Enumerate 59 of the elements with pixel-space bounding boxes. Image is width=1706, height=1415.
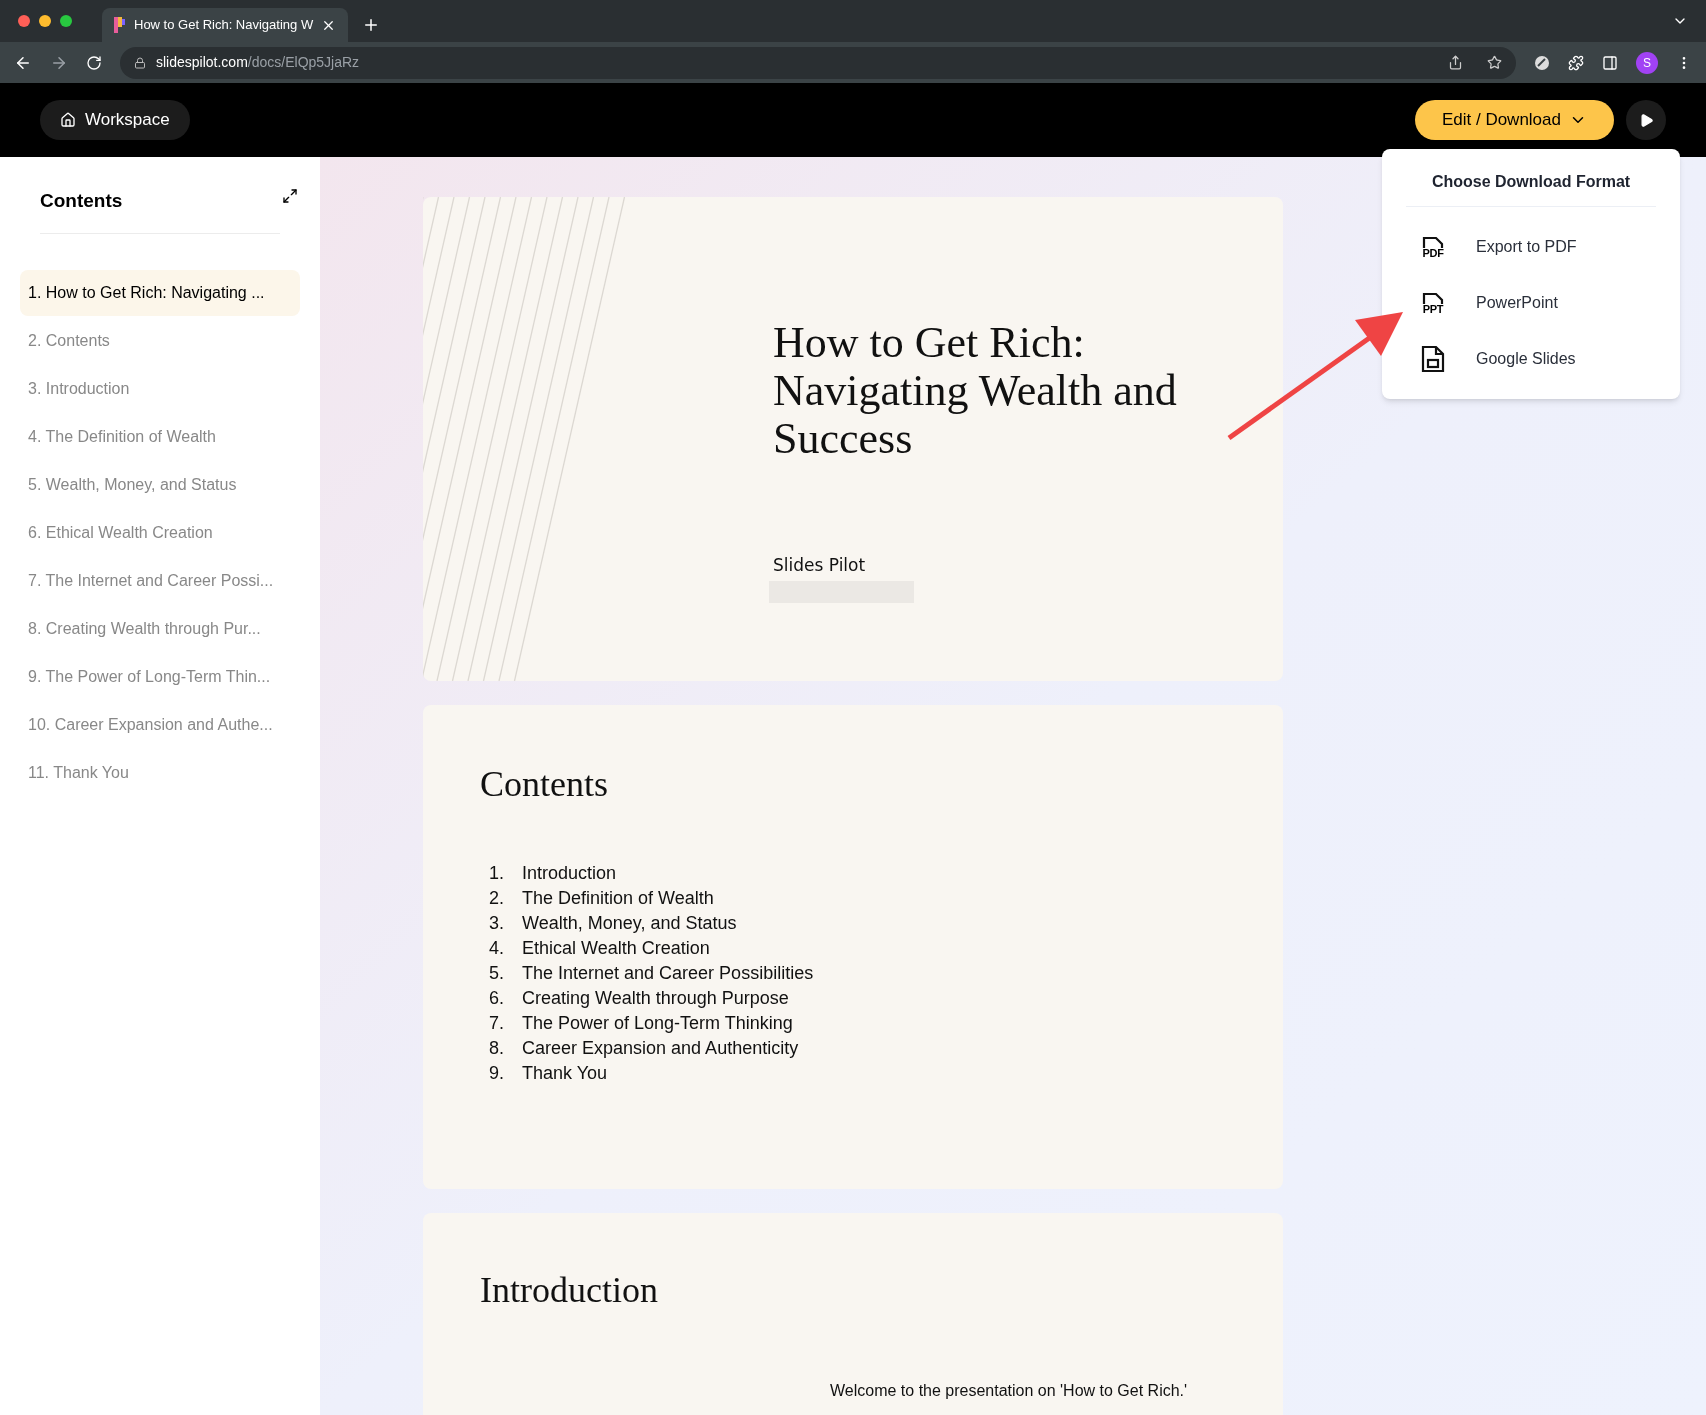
list-item-text: Ethical Wealth Creation	[522, 937, 710, 960]
favicon-icon	[114, 17, 126, 33]
tab-title: How to Get Rich: Navigating W	[134, 16, 314, 35]
sidebar-item[interactable]: 2. Contents	[20, 318, 300, 364]
slide-heading: Contents	[480, 763, 609, 806]
list-item-text: The Internet and Career Possibilities	[522, 962, 814, 985]
sidebar-heading: Contents	[40, 188, 123, 213]
list-item-text: The Power of Long-Term Thinking	[522, 1012, 793, 1035]
menu-item[interactable]: PDF Export to PDF	[1406, 219, 1656, 275]
menu-item[interactable]: PPT PowerPoint	[1406, 275, 1656, 331]
home-icon	[60, 112, 76, 128]
list-number: 6.	[488, 987, 505, 1010]
sidebar-item[interactable]: 5. Wealth, Money, and Status	[20, 462, 300, 508]
list-number: 2.	[488, 887, 505, 910]
profile-avatar[interactable]: S	[1636, 51, 1658, 74]
share-icon[interactable]	[1448, 55, 1463, 70]
sidebar-item[interactable]: 10. Career Expansion and Authe...	[20, 702, 300, 748]
list-number: 8.	[488, 1037, 505, 1060]
list-number: 4.	[488, 937, 505, 960]
sidebar-item[interactable]: 3. Introduction	[20, 366, 300, 412]
sidebar-item[interactable]: 6. Ethical Wealth Creation	[20, 510, 300, 556]
slide-heading: Introduction	[480, 1269, 659, 1312]
slide-title: How to Get Rich: Navigating Wealth and Success	[773, 319, 1178, 463]
sidebar-item[interactable]: 9. The Power of Long-Term Thin...	[20, 654, 300, 700]
side-panel-icon[interactable]	[1602, 54, 1618, 71]
slide-author: Slides Pilot	[773, 554, 867, 577]
list-item-text: The Definition of Wealth	[522, 887, 714, 910]
list-number: 9.	[488, 1062, 505, 1085]
list-number: 7.	[488, 1012, 505, 1035]
play-button[interactable]	[1626, 100, 1666, 140]
reload-icon[interactable]	[86, 54, 102, 71]
sidebar-item[interactable]: 1. How to Get Rich: Navigating ...	[20, 270, 300, 316]
list-number: 3.	[488, 912, 505, 935]
list-item-text: Thank You	[522, 1062, 608, 1085]
bookmark-star-icon[interactable]	[1487, 55, 1502, 70]
list-item-text: Creating Wealth through Purpose	[522, 987, 789, 1010]
slides-file-icon	[1421, 345, 1445, 373]
list-number: 1.	[488, 862, 505, 885]
list-item-text: Wealth, Money, and Status	[522, 912, 737, 935]
sidebar-item[interactable]: 11. Thank You	[20, 750, 300, 796]
menu-item[interactable]: Google Slides	[1406, 331, 1656, 387]
url-text: slidespilot.com/docs/ElQp5JjaRz	[156, 53, 360, 72]
extension-icon[interactable]	[1534, 54, 1550, 71]
sidebar-item[interactable]: 8. Creating Wealth through Pur...	[20, 606, 300, 652]
workspace-button[interactable]: Workspace	[40, 100, 190, 140]
list-number: 5.	[488, 962, 505, 985]
edit-download-button[interactable]: Edit / Download	[1414, 100, 1614, 140]
browser-tab[interactable]: How to Get Rich: Navigating W	[102, 8, 349, 42]
play-icon	[1638, 112, 1654, 128]
sidebar-item[interactable]: 7. The Internet and Career Possi...	[20, 558, 300, 604]
extensions-icon[interactable]	[1568, 54, 1584, 71]
list-item-text: Career Expansion and Authenticity	[522, 1037, 799, 1060]
expand-icon[interactable]	[282, 188, 298, 204]
sidebar-item[interactable]: 4. The Definition of Wealth	[20, 414, 300, 460]
lock-icon	[134, 56, 146, 69]
address-field[interactable]: slidespilot.com/docs/ElQp5JjaRz	[120, 46, 1516, 79]
list-item-text: Introduction	[522, 862, 617, 885]
slide-body-text: Welcome to the presentation on 'How to Get Rich.'	[830, 1381, 1189, 1401]
menu-title: Choose Download Format	[1406, 149, 1656, 207]
